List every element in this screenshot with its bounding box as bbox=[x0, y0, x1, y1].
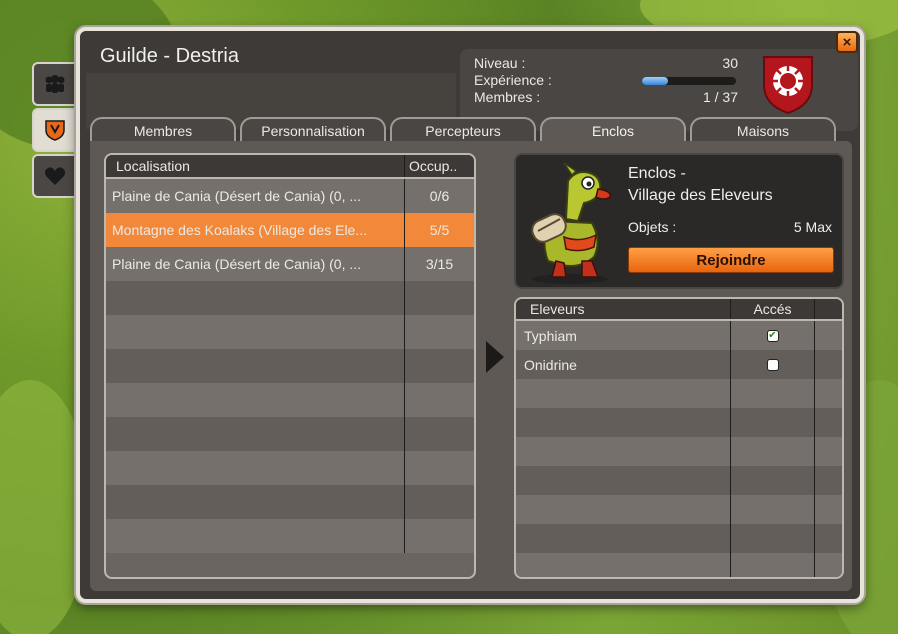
table-row-empty bbox=[106, 281, 474, 315]
table-row[interactable]: Plaine de Cania (Désert de Cania) (0, ..… bbox=[106, 247, 474, 281]
breeders-table: Eleveurs Accés Typhiam ✔ Onidrine bbox=[514, 297, 844, 579]
table-row-empty bbox=[106, 485, 474, 519]
empty-cell bbox=[814, 379, 842, 408]
table-row-empty bbox=[516, 524, 842, 553]
access-checkbox-checked[interactable]: ✔ bbox=[766, 329, 779, 342]
empty-cell bbox=[730, 524, 814, 553]
extra-cell bbox=[814, 350, 842, 379]
paddock-occupation: 0/6 bbox=[404, 179, 474, 213]
paddock-location: Plaine de Cania (Désert de Cania) (0, ..… bbox=[112, 256, 362, 272]
table-row-selected[interactable]: Montagne des Koalaks (Village des Ele...… bbox=[106, 213, 474, 247]
table-row-empty bbox=[106, 519, 474, 553]
members-label: Membres : bbox=[474, 89, 541, 105]
empty-cell bbox=[730, 466, 814, 495]
level-label: Niveau : bbox=[474, 55, 526, 71]
side-tab-guild[interactable] bbox=[32, 108, 76, 152]
enclos-title-line1: Enclos - bbox=[628, 165, 686, 182]
paddock-occupation: 3/15 bbox=[404, 247, 474, 281]
close-button[interactable]: × bbox=[836, 31, 858, 53]
xp-progress-bar bbox=[642, 77, 736, 85]
tab-percepteurs[interactable]: Percepteurs bbox=[390, 117, 536, 143]
breeders-table-body: Typhiam ✔ Onidrine bbox=[516, 321, 842, 577]
paddock-location: Plaine de Cania (Désert de Cania) (0, ..… bbox=[112, 188, 362, 204]
table-row-empty bbox=[106, 383, 474, 417]
table-header: Eleveurs Accés bbox=[516, 299, 842, 321]
table-row[interactable]: Typhiam ✔ bbox=[516, 321, 842, 350]
tab-membres[interactable]: Membres bbox=[90, 117, 236, 143]
arrow-right-icon bbox=[486, 341, 504, 373]
empty-cell bbox=[730, 553, 814, 577]
empty-cell bbox=[404, 485, 474, 519]
empty-cell bbox=[814, 437, 842, 466]
table-row-empty bbox=[516, 437, 842, 466]
empty-cell bbox=[404, 281, 474, 315]
tab-personnalisation[interactable]: Personnalisation bbox=[240, 117, 386, 143]
join-button[interactable]: Rejoindre bbox=[628, 247, 834, 273]
access-cell bbox=[730, 350, 814, 379]
table-row-empty bbox=[106, 417, 474, 451]
extra-cell bbox=[814, 321, 842, 350]
empty-cell bbox=[814, 553, 842, 577]
heart-icon bbox=[44, 167, 66, 185]
table-row[interactable]: Plaine de Cania (Désert de Cania) (0, ..… bbox=[106, 179, 474, 213]
table-header: Localisation Occup.. bbox=[106, 155, 474, 179]
empty-cell bbox=[404, 315, 474, 349]
empty-cell bbox=[730, 495, 814, 524]
access-checkbox-unchecked[interactable] bbox=[766, 358, 779, 371]
objects-value: 5 Max bbox=[793, 219, 832, 235]
paddock-location: Montagne des Koalaks (Village des Ele... bbox=[112, 222, 368, 238]
empty-cell bbox=[730, 379, 814, 408]
empty-cell bbox=[814, 524, 842, 553]
xp-label: Expérience : bbox=[474, 72, 552, 88]
objects-label: Objets : bbox=[628, 219, 677, 235]
guild-shield-icon bbox=[45, 120, 65, 141]
xp-progress-fill bbox=[642, 77, 669, 85]
column-header-access[interactable]: Accés bbox=[730, 299, 814, 319]
empty-cell bbox=[730, 408, 814, 437]
table-row-empty bbox=[516, 466, 842, 495]
table-row-empty bbox=[516, 553, 842, 577]
empty-cell bbox=[404, 451, 474, 485]
tab-content: Localisation Occup.. Plaine de Cania (Dé… bbox=[90, 141, 852, 591]
side-tab-members[interactable] bbox=[32, 62, 76, 106]
paddocks-table: Localisation Occup.. Plaine de Cania (Dé… bbox=[104, 153, 476, 579]
table-row[interactable]: Onidrine bbox=[516, 350, 842, 379]
breeder-name: Onidrine bbox=[524, 356, 577, 373]
enclos-title-line2: Village des Eleveurs bbox=[628, 187, 773, 204]
members-icon bbox=[45, 75, 65, 93]
empty-cell bbox=[404, 417, 474, 451]
level-value: 30 bbox=[722, 55, 738, 71]
column-header-occupation[interactable]: Occup.. bbox=[404, 155, 474, 177]
dragoturkey-mount-image bbox=[531, 162, 611, 284]
paddock-occupation: 5/5 bbox=[404, 213, 474, 247]
column-header-extra bbox=[814, 299, 842, 319]
empty-cell bbox=[404, 519, 474, 553]
access-cell: ✔ bbox=[730, 321, 814, 350]
window-title: Guilde - Destria bbox=[100, 45, 239, 67]
guild-window: Guilde - Destria Niveau : 30 Expérience … bbox=[76, 27, 864, 603]
table-row-empty bbox=[516, 408, 842, 437]
enclos-title: Enclos - Village des Eleveurs bbox=[628, 163, 773, 207]
guild-emblem-icon bbox=[763, 56, 813, 115]
empty-cell bbox=[814, 408, 842, 437]
table-row-empty bbox=[106, 349, 474, 383]
paddocks-table-body: Plaine de Cania (Désert de Cania) (0, ..… bbox=[106, 179, 474, 553]
empty-cell bbox=[404, 383, 474, 417]
table-row-empty bbox=[516, 495, 842, 524]
table-row-empty bbox=[106, 451, 474, 485]
table-row-empty bbox=[106, 315, 474, 349]
empty-cell bbox=[814, 495, 842, 524]
enclos-detail-card: Enclos - Village des Eleveurs Objets : 5… bbox=[514, 153, 844, 289]
tab-maisons[interactable]: Maisons bbox=[690, 117, 836, 143]
breeder-name: Typhiam bbox=[524, 327, 577, 344]
column-header-breeders[interactable]: Eleveurs bbox=[516, 301, 730, 317]
tab-enclos[interactable]: Enclos bbox=[540, 117, 686, 143]
members-value: 1 / 37 bbox=[702, 89, 738, 105]
empty-cell bbox=[404, 349, 474, 383]
empty-cell bbox=[730, 437, 814, 466]
table-row-empty bbox=[516, 379, 842, 408]
side-tab-alliance[interactable] bbox=[32, 154, 76, 198]
empty-cell bbox=[814, 466, 842, 495]
column-header-location[interactable]: Localisation bbox=[106, 158, 404, 174]
